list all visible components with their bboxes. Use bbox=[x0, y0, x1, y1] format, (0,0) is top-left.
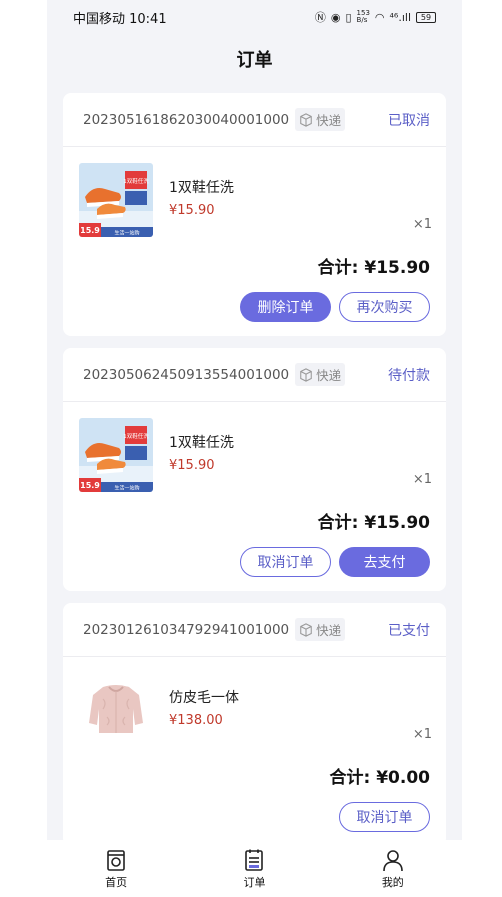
order-list[interactable]: 20230516186203004000100​0 快递 已取消 bbox=[63, 93, 446, 858]
product-info: 1双鞋任洗 ¥15.90 bbox=[169, 163, 234, 218]
tab-home[interactable]: 首页 bbox=[47, 840, 185, 897]
orders-icon bbox=[245, 849, 264, 871]
order-total: 合计: ¥15.90 bbox=[79, 253, 430, 278]
shipping-method: 快递 bbox=[316, 368, 342, 383]
product-name: 1双鞋任洗 bbox=[169, 435, 234, 451]
product-info: 1双鞋任洗 ¥15.90 bbox=[169, 418, 234, 473]
cancel-order-button[interactable]: 取消订单 bbox=[240, 547, 331, 577]
buy-again-button[interactable]: 再次购买 bbox=[339, 292, 430, 322]
tab-orders-label: 订单 bbox=[243, 875, 266, 889]
phone-screen: 中国移动 10:41 Ⓝ ◉ ▯ 153 B/s ◠ ⁴⁶.ıll 59 订单 … bbox=[47, 0, 462, 897]
signal-icon: ⁴⁶.ıll bbox=[389, 10, 411, 24]
product-quantity: ×1 bbox=[412, 727, 432, 742]
status-bar: 中国移动 10:41 Ⓝ ◉ ▯ 153 B/s ◠ ⁴⁶.ıll 59 bbox=[47, 0, 462, 34]
shoe-badge-slogan: 生活一站购 bbox=[114, 230, 139, 237]
product-image-fur-coat[interactable] bbox=[79, 673, 153, 747]
profile-icon bbox=[383, 849, 403, 871]
order-card-header: 20230516186203004000100​0 快递 已取消 bbox=[63, 93, 446, 147]
order-total-value: ¥0.00 bbox=[376, 768, 430, 788]
cancel-order-button[interactable]: 取消订单 bbox=[339, 802, 430, 832]
nfc-icon: Ⓝ bbox=[314, 11, 326, 24]
shipping-tag: 快递 bbox=[295, 363, 346, 386]
order-status: 已取消 bbox=[388, 112, 430, 129]
order-status: 待付款 bbox=[388, 367, 430, 384]
order-card-body: 仿皮毛一体 ¥138.00 ×1 合计: ¥0.00 取消订单 bbox=[63, 657, 446, 846]
order-number: 20230516186203004000100​0 bbox=[83, 111, 290, 128]
order-number-row: 2023012610347929410010​00 快递 bbox=[83, 618, 346, 641]
tab-profile[interactable]: 我的 bbox=[324, 840, 462, 897]
product-price: ¥15.90 bbox=[169, 203, 215, 218]
shipping-method: 快递 bbox=[316, 113, 342, 128]
product-row[interactable]: 仿皮毛一体 ¥138.00 ×1 bbox=[79, 673, 432, 749]
order-number: 2023012610347929410010​00 bbox=[83, 621, 290, 638]
product-price: ¥15.90 bbox=[169, 458, 215, 473]
order-total: 合计: ¥0.00 bbox=[79, 763, 430, 788]
order-total-label: 合计: bbox=[317, 513, 359, 533]
carrier-time: 中国移动 10:41 bbox=[73, 11, 167, 27]
page-title: 订单 bbox=[236, 50, 273, 71]
eye-icon: ◉ bbox=[330, 10, 341, 24]
tab-orders[interactable]: 订单 bbox=[185, 840, 323, 897]
order-card[interactable]: 2023050624509135540010​00 快递 待付款 bbox=[63, 348, 446, 591]
product-price: ¥138.00 bbox=[169, 713, 223, 728]
delete-order-button[interactable]: 删除订单 bbox=[240, 292, 331, 322]
shoe-badge-price: 15.9 bbox=[80, 481, 100, 490]
shoe-badge-text: 1双鞋任洗 bbox=[123, 177, 149, 185]
order-actions: 取消订单 去支付 bbox=[79, 547, 430, 577]
order-number: 2023050624509135540010​00 bbox=[83, 366, 290, 383]
package-icon bbox=[300, 367, 312, 382]
status-icons: Ⓝ ◉ ▯ 153 B/s ◠ ⁴⁶.ıll 59 bbox=[315, 9, 436, 25]
shoe-badge-price: 15.9 bbox=[80, 226, 100, 235]
order-total-label: 合计: bbox=[317, 258, 359, 278]
product-quantity: ×1 bbox=[412, 472, 432, 487]
order-card-body: 1双鞋任洗 15.9 生活一站购 1双鞋任洗 ¥15.90 ×1 合计: ¥15… bbox=[63, 147, 446, 336]
package-icon bbox=[300, 112, 312, 127]
shoe-badge-text: 1双鞋任洗 bbox=[123, 432, 149, 440]
product-image-shoe[interactable]: 1双鞋任洗 15.9 生活一站购 bbox=[79, 418, 153, 492]
vibrate-icon: ▯ bbox=[345, 10, 352, 24]
order-actions: 删除订单 再次购买 bbox=[79, 292, 430, 322]
tab-profile-label: 我的 bbox=[381, 875, 404, 889]
order-status: 已支付 bbox=[388, 622, 430, 639]
battery-icon: 59 bbox=[416, 11, 436, 23]
tab-home-label: 首页 bbox=[105, 875, 128, 889]
shoe-badge-slogan: 生活一站购 bbox=[114, 485, 139, 492]
product-quantity: ×1 bbox=[412, 217, 432, 232]
product-name: 仿皮毛一体 bbox=[169, 690, 239, 706]
order-number-row: 20230516186203004000100​0 快递 bbox=[83, 108, 346, 131]
order-actions: 取消订单 bbox=[79, 802, 430, 832]
shipping-tag: 快递 bbox=[295, 618, 346, 641]
bottom-tab-bar: 首页 订单 我的 bbox=[47, 840, 462, 897]
net-speed: 153 B/s bbox=[356, 9, 370, 24]
order-card-body: 1双鞋任洗 15.9 生活一站购 1双鞋任洗 ¥15.90 ×1 合计: ¥15… bbox=[63, 402, 446, 591]
order-total: 合计: ¥15.90 bbox=[79, 508, 430, 533]
product-row[interactable]: 1双鞋任洗 15.9 生活一站购 1双鞋任洗 ¥15.90 ×1 bbox=[79, 418, 432, 494]
order-total-value: ¥15.90 bbox=[364, 258, 430, 278]
product-info: 仿皮毛一体 ¥138.00 bbox=[169, 673, 239, 728]
order-total-value: ¥15.90 bbox=[364, 513, 430, 533]
shipping-tag: 快递 bbox=[295, 108, 346, 131]
product-image-shoe[interactable]: 1双鞋任洗 15.9 生活一站购 bbox=[79, 163, 153, 237]
product-row[interactable]: 1双鞋任洗 15.9 生活一站购 1双鞋任洗 ¥15.90 ×1 bbox=[79, 163, 432, 239]
product-name: 1双鞋任洗 bbox=[169, 180, 234, 196]
package-icon bbox=[300, 622, 312, 637]
order-card-header: 2023012610347929410010​00 快递 已支付 bbox=[63, 603, 446, 657]
pay-button[interactable]: 去支付 bbox=[339, 547, 430, 577]
order-card[interactable]: 2023012610347929410010​00 快递 已支付 bbox=[63, 603, 446, 846]
wifi-icon: ◠ bbox=[374, 10, 385, 24]
order-total-label: 合计: bbox=[329, 768, 371, 788]
home-icon bbox=[107, 849, 125, 871]
shipping-method: 快递 bbox=[316, 623, 342, 638]
order-card[interactable]: 20230516186203004000100​0 快递 已取消 bbox=[63, 93, 446, 336]
order-card-header: 2023050624509135540010​00 快递 待付款 bbox=[63, 348, 446, 402]
order-number-row: 2023050624509135540010​00 快递 bbox=[83, 363, 346, 386]
